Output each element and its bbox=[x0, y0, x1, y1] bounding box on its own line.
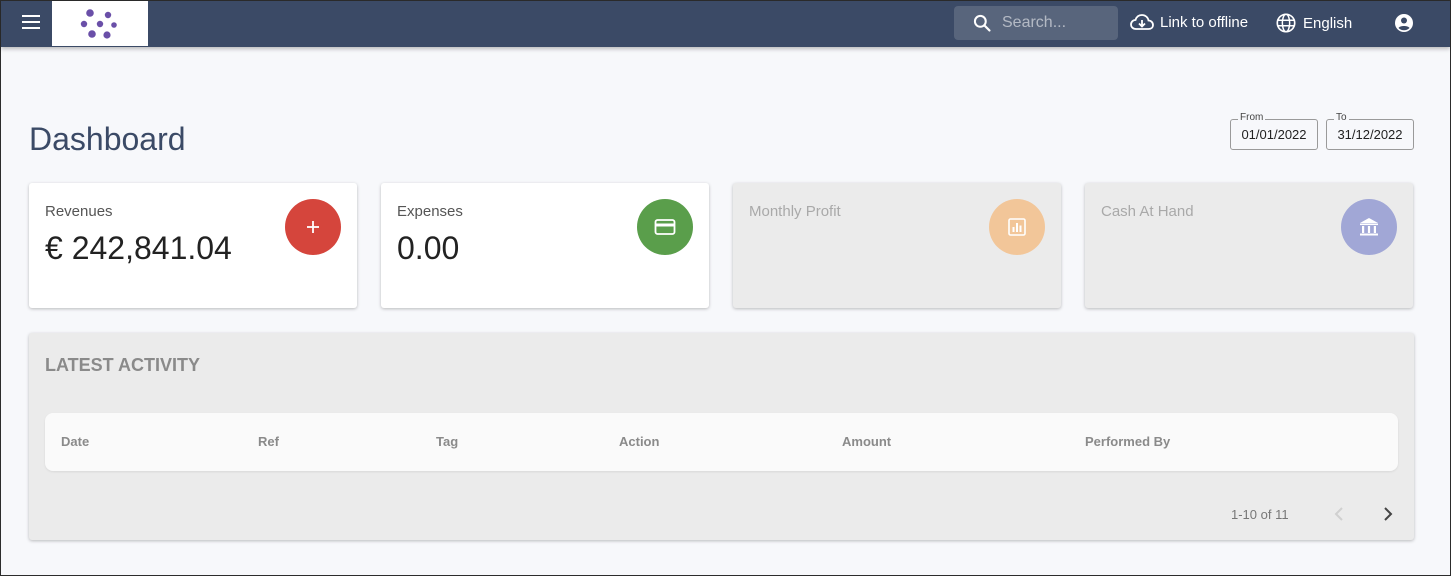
chart-icon bbox=[989, 199, 1045, 255]
column-header-date[interactable]: Date bbox=[61, 434, 89, 449]
plus-icon[interactable] bbox=[285, 199, 341, 255]
logo-icon bbox=[80, 8, 117, 39]
link-to-offline-button[interactable]: Link to offline bbox=[1130, 12, 1248, 32]
bank-icon bbox=[1341, 199, 1397, 255]
from-date-field[interactable]: From 01/01/2022 bbox=[1230, 112, 1318, 150]
cash-at-hand-card: Cash At Hand bbox=[1085, 183, 1413, 308]
chevron-right-icon bbox=[1384, 507, 1393, 521]
expenses-card[interactable]: Expenses 0.00 bbox=[381, 183, 709, 308]
language-selector[interactable]: English bbox=[1275, 12, 1352, 34]
chevron-left-icon bbox=[1334, 507, 1343, 521]
link-to-offline-label: Link to offline bbox=[1160, 13, 1249, 31]
language-label: English bbox=[1303, 14, 1353, 32]
column-header-performed-by[interactable]: Performed By bbox=[1085, 434, 1170, 449]
activity-table-header: Date Ref Tag Action Amount Performed By bbox=[45, 413, 1398, 471]
menu-icon[interactable] bbox=[19, 11, 45, 33]
cloud-download-icon bbox=[1130, 14, 1154, 30]
revenues-value: € 242,841.04 bbox=[45, 230, 232, 266]
to-date-field[interactable]: To 31/12/2022 bbox=[1326, 112, 1414, 150]
revenues-label: Revenues bbox=[45, 203, 113, 220]
search-box[interactable] bbox=[954, 6, 1118, 40]
column-header-amount[interactable]: Amount bbox=[842, 434, 891, 449]
search-input[interactable] bbox=[1002, 14, 1112, 32]
top-app-bar: Link to offline English bbox=[1, 1, 1450, 47]
to-date-value: 31/12/2022 bbox=[1337, 127, 1403, 142]
expenses-label: Expenses bbox=[397, 203, 463, 220]
globe-icon bbox=[1276, 13, 1296, 33]
column-header-action[interactable]: Action bbox=[619, 434, 659, 449]
cash-at-hand-label: Cash At Hand bbox=[1101, 203, 1194, 220]
previous-page-button[interactable] bbox=[1331, 504, 1349, 524]
from-date-label: From bbox=[1238, 112, 1266, 123]
column-header-tag[interactable]: Tag bbox=[436, 434, 458, 449]
latest-activity-panel: LATEST ACTIVITY Date Ref Tag Action Amou… bbox=[29, 333, 1414, 540]
from-date-value: 01/01/2022 bbox=[1241, 127, 1307, 142]
latest-activity-title: LATEST ACTIVITY bbox=[45, 355, 200, 375]
next-page-button[interactable] bbox=[1379, 504, 1397, 524]
account-circle-icon bbox=[1395, 14, 1413, 32]
credit-card-icon[interactable] bbox=[637, 199, 693, 255]
column-header-ref[interactable]: Ref bbox=[258, 434, 279, 449]
account-button[interactable] bbox=[1394, 13, 1414, 38]
revenues-card[interactable]: Revenues € 242,841.04 bbox=[29, 183, 357, 308]
page-title: Dashboard bbox=[29, 121, 186, 157]
pagination-range: 1-10 of 11 bbox=[1231, 507, 1289, 522]
monthly-profit-label: Monthly Profit bbox=[749, 203, 841, 220]
to-date-label: To bbox=[1334, 112, 1349, 123]
search-icon bbox=[973, 14, 991, 32]
monthly-profit-card: Monthly Profit bbox=[733, 183, 1061, 308]
logo[interactable] bbox=[52, 1, 148, 46]
expenses-value: 0.00 bbox=[397, 230, 460, 266]
